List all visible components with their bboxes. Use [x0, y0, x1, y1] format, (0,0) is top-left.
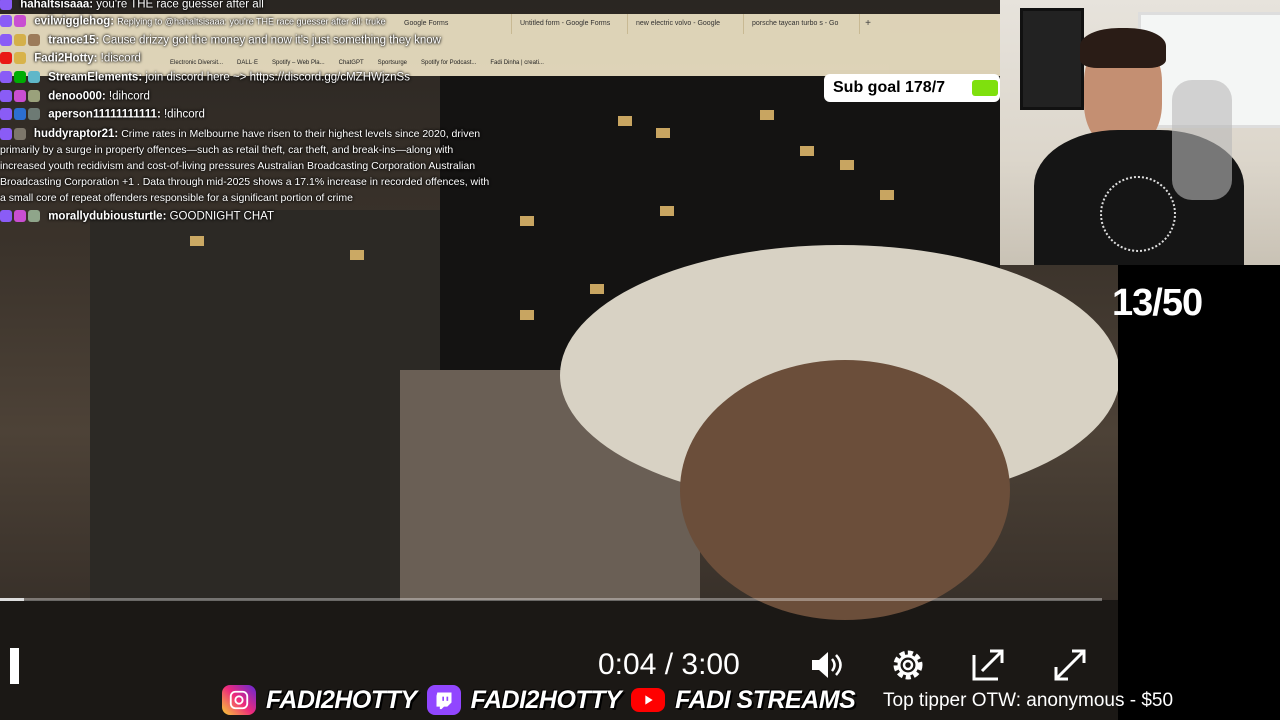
miniplayer-icon[interactable]	[968, 645, 1008, 685]
chat-username[interactable]: aperson11111111111:	[48, 109, 161, 121]
browser-tab[interactable]: Google Forms	[396, 14, 512, 34]
chat-message: evilwigglehog: Replying to @hahaltsisaaa…	[0, 13, 386, 31]
chat-text: join discord here ~> https://discord.gg/…	[145, 71, 410, 84]
side-panel	[1118, 265, 1280, 720]
bookmark-item[interactable]: ChatGPT	[339, 60, 364, 66]
sub-goal-progress	[972, 80, 998, 96]
bot-badge-icon	[28, 70, 40, 83]
chat-message: Fadi2Hotty: !discord	[0, 50, 141, 68]
person-face	[680, 360, 1010, 620]
bits-badge-icon	[14, 33, 26, 46]
twitch-icon	[426, 685, 461, 715]
chat-message: morallydubiousturtle: GOODNIGHT CHAT	[0, 208, 274, 226]
bookmark-item[interactable]: Fadi Dinha | creati...	[490, 60, 544, 66]
building-left	[90, 210, 450, 610]
webcam-feed	[1000, 0, 1280, 265]
chat-message: hahaltsisaaa: you're THE race guesser af…	[0, 0, 264, 14]
chat-message: trance15: Cause drizzy got the money and…	[0, 32, 441, 50]
sub-goal-widget: Sub goal 178/7	[824, 74, 1000, 102]
chat-username[interactable]: StreamElements:	[48, 72, 142, 84]
sub-badge-icon	[0, 107, 12, 120]
sub-badge-icon	[0, 89, 12, 102]
chat-message: aperson11111111111: !dihcord	[0, 106, 205, 124]
sub-badge-icon	[0, 70, 12, 83]
browser-tab[interactable]: porsche taycan turbo s - Go	[744, 14, 860, 34]
new-tab-button[interactable]: +	[860, 14, 876, 34]
progress-counter: 13/50	[1112, 282, 1203, 324]
avatar-badge-icon	[14, 128, 26, 141]
avatar-badge-icon	[28, 209, 40, 222]
bookmark-item[interactable]: Spotify – Web Pla...	[272, 60, 325, 66]
chat-text: Cause drizzy got the money and now it's …	[102, 34, 441, 47]
sub-badge-icon	[0, 209, 12, 222]
chat-username[interactable]: huddyraptor21:	[34, 128, 118, 140]
bookmark-item[interactable]: Spotify for Podcast...	[421, 60, 476, 66]
sub-badge-icon	[0, 128, 12, 141]
gift-badge-icon	[14, 14, 26, 27]
volume-icon[interactable]	[806, 645, 846, 685]
browser-tab[interactable]: Untitled form - Google Forms	[512, 14, 628, 34]
mod-badge-icon	[14, 70, 26, 83]
twitch-handle: FADI2HOTTY	[470, 685, 622, 714]
pause-icon[interactable]	[10, 648, 19, 684]
instagram-handle: FADI2HOTTY	[266, 685, 417, 714]
chat-text: !discord	[100, 52, 141, 65]
youtube-handle: FADI STREAMS	[675, 685, 856, 714]
gift-badge-icon	[14, 89, 26, 102]
browser-tab[interactable]: new electric volvo - Google	[628, 14, 744, 34]
bookmarks-bar: Electronic Diversit... DALL·E Spotify – …	[170, 60, 544, 66]
chat-text: !dihcord	[163, 108, 205, 121]
top-tipper-label: Top tipper OTW: anonymous - $50	[883, 690, 1174, 711]
chat-username[interactable]: Fadi2Hotty:	[34, 53, 97, 65]
sub-goal-label: Sub goal 178/7	[833, 79, 946, 96]
gift-badge-icon	[14, 209, 26, 222]
broadcaster-badge-icon	[0, 51, 12, 64]
avatar-badge-icon	[28, 89, 40, 102]
chat-username[interactable]: denoo000:	[48, 91, 106, 103]
chat-text: Replying to @hahaltsisaaa: you're THE ra…	[117, 16, 386, 27]
bookmark-item[interactable]: DALL·E	[237, 60, 258, 66]
crown-badge-icon	[28, 33, 40, 46]
chat-text: !dihcord	[108, 90, 150, 103]
emote-badge-icon	[14, 51, 26, 64]
video-time: 0:04 / 3:00	[598, 648, 740, 681]
shirt-logo	[1100, 176, 1176, 252]
fullscreen-icon[interactable]	[1050, 645, 1090, 685]
chat-message: huddyraptor21: Crime rates in Melbourne …	[0, 126, 490, 206]
chair	[1172, 80, 1232, 200]
chat-text: GOODNIGHT CHAT	[169, 210, 274, 223]
browser-tabs: Google Forms Untitled form - Google Form…	[396, 14, 876, 34]
bookmark-item[interactable]: Sportsurge	[378, 60, 407, 66]
chat-message: StreamElements: join discord here ~> htt…	[0, 69, 410, 87]
chat-username[interactable]: evilwigglehog:	[34, 16, 114, 28]
youtube-icon	[631, 688, 666, 712]
chat-username[interactable]: trance15:	[48, 35, 99, 47]
video-progress-fill	[0, 598, 25, 601]
poster-frame	[1020, 8, 1084, 110]
video-progress-bar[interactable]	[0, 598, 1102, 601]
settings-gear-icon[interactable]	[888, 645, 928, 685]
chat-message: denoo000: !dihcord	[0, 88, 150, 106]
bookmark-item[interactable]: Electronic Diversit...	[170, 60, 223, 66]
socials-banner: FADI2HOTTY FADI2HOTTY FADI STREAMS	[222, 683, 856, 717]
sub-badge-icon	[0, 14, 12, 27]
sub-badge-icon	[0, 0, 12, 10]
prime-badge-icon	[14, 107, 26, 120]
chat-username[interactable]: morallydubiousturtle:	[48, 211, 166, 223]
chat-text: you're THE race guesser after all	[96, 0, 264, 11]
chat-username[interactable]: hahaltsisaaa:	[20, 0, 93, 11]
sub-badge-icon	[0, 33, 12, 46]
streamer-hair	[1080, 28, 1166, 68]
instagram-icon	[222, 685, 256, 715]
avatar-badge-icon	[28, 107, 40, 120]
